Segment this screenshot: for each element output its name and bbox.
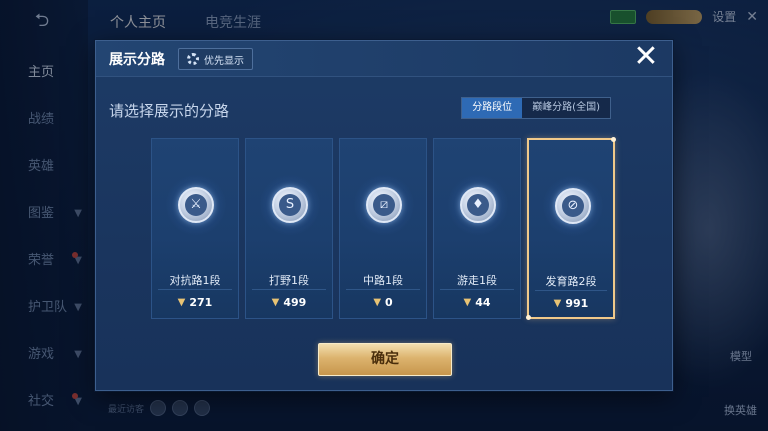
rank-points-icon: ▼ (463, 297, 472, 308)
rank-points-value: 44 (475, 296, 491, 309)
selection-corner (526, 315, 531, 320)
emblem-glyph: ⧄ (373, 194, 395, 216)
lane-card[interactable]: S 打野1段 ▼ 499 (245, 138, 333, 319)
priority-display-label: 优先显示 (204, 55, 244, 67)
lane-card-score: ▼ 44 (434, 296, 520, 309)
emblem-glyph: ♦ (467, 194, 489, 216)
divider (346, 289, 420, 290)
mid-emblem-icon: ⧄ (366, 187, 402, 223)
gear-icon (187, 53, 199, 65)
tab-peak-lane-national[interactable]: 巅峰分路(全国) (522, 98, 610, 118)
lane-display-dialog: 展示分路 优先显示 ✕ 请选择展示的分路 分路段位 巅峰分路(全国) ⚔ 对抗路1… (95, 39, 673, 391)
emblem-glyph: S (279, 194, 301, 216)
roam-emblem-icon: ♦ (460, 187, 496, 223)
close-button[interactable]: ✕ (628, 39, 664, 75)
divider (252, 289, 326, 290)
rank-points-icon: ▼ (553, 298, 562, 309)
dialog-header: 展示分路 优先显示 ✕ (96, 39, 672, 77)
emblem-glow: S (260, 175, 320, 235)
lane-card[interactable]: ⊘ 发育路2段 ▼ 991 (526, 137, 616, 320)
lane-card-label: 打野1段 (269, 274, 309, 287)
emblem-glyph: ⊘ (562, 195, 584, 217)
dialog-title: 展示分路 (109, 52, 165, 68)
tab-lane-rank[interactable]: 分路段位 (462, 98, 523, 118)
selection-corner (611, 137, 616, 142)
lane-card-label: 中路1段 (363, 274, 403, 287)
emblem-glow: ⧄ (354, 175, 414, 235)
lane-card[interactable]: ⚔ 对抗路1段 ▼ 271 (151, 138, 239, 319)
divider (535, 290, 607, 291)
rank-points-value: 0 (385, 296, 393, 309)
rank-points-value: 991 (565, 297, 589, 310)
dialog-subtitle: 请选择展示的分路 (109, 102, 230, 120)
emblem-glow: ⊘ (543, 176, 603, 236)
lane-card-label: 发育路2段 (545, 275, 597, 288)
confirm-button[interactable]: 确定 (318, 343, 452, 376)
jungle-emblem-icon: S (272, 187, 308, 223)
rank-points-icon: ▼ (373, 297, 382, 308)
emblem-glow: ⚔ (166, 175, 226, 235)
sword-emblem-icon: ⚔ (178, 187, 214, 223)
divider (158, 289, 232, 290)
lane-card[interactable]: ♦ 游走1段 ▼ 44 (433, 138, 521, 319)
farm-emblem-icon: ⊘ (555, 188, 591, 224)
lane-card-score: ▼ 499 (246, 296, 332, 309)
emblem-glyph: ⚔ (185, 194, 207, 216)
rank-points-icon: ▼ (177, 297, 186, 308)
divider (440, 289, 514, 290)
lane-card-label: 对抗路1段 (169, 274, 221, 287)
rank-points-value: 499 (283, 296, 307, 309)
lane-card-score: ▼ 271 (152, 296, 238, 309)
lane-card-score: ▼ 991 (529, 297, 613, 310)
lane-mode-toggle: 分路段位 巅峰分路(全国) (461, 97, 611, 119)
lane-card-label: 游走1段 (457, 274, 497, 287)
rank-points-icon: ▼ (271, 297, 280, 308)
priority-display-button[interactable]: 优先显示 (178, 48, 253, 70)
lane-card[interactable]: ⧄ 中路1段 ▼ 0 (339, 138, 427, 319)
lane-card-score: ▼ 0 (340, 296, 426, 309)
emblem-glow: ♦ (448, 175, 508, 235)
rank-points-value: 271 (189, 296, 213, 309)
lane-cards: ⚔ 对抗路1段 ▼ 271 S 打野1段 ▼ 499 ⧄ 中路1段 ▼ 0 ♦ 游走1段 ▼ 44 ⊘ 发育路2段… (151, 137, 616, 320)
